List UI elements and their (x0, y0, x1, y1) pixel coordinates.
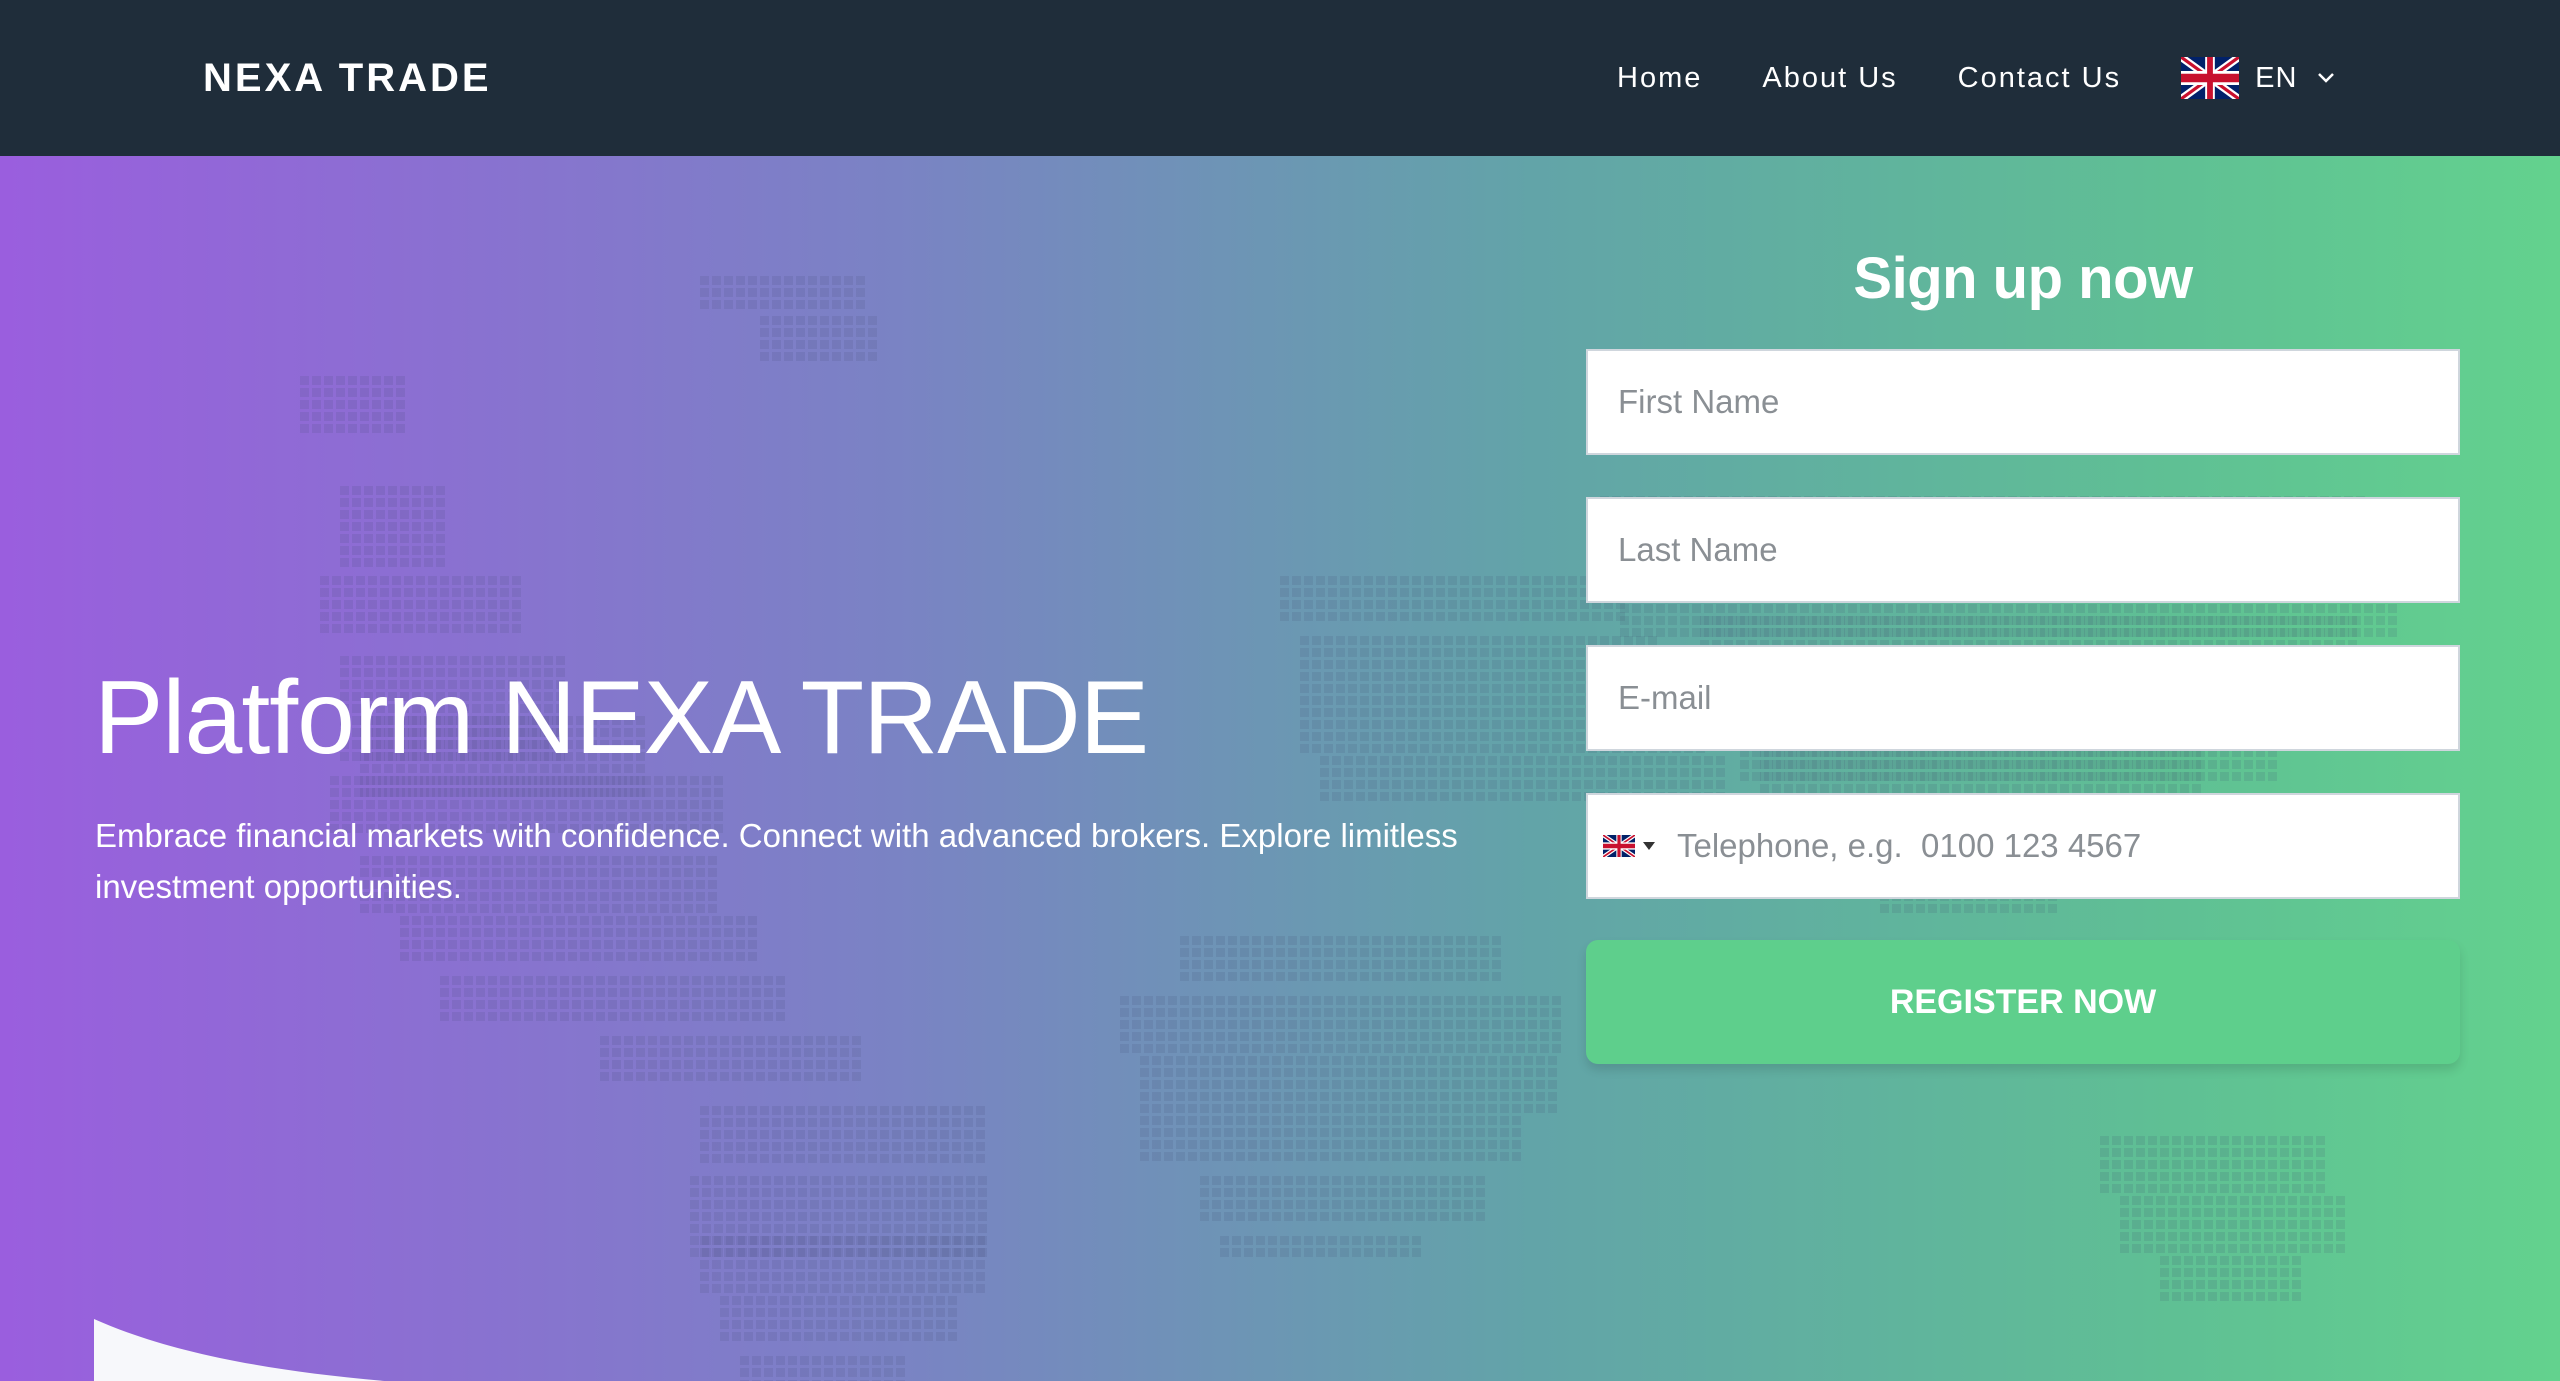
hero-title: Platform NEXA TRADE (94, 660, 1149, 776)
signup-title: Sign up now (1853, 246, 2193, 311)
first-name-input[interactable] (1586, 349, 2460, 455)
top-navbar: NEXA TRADE Home About Us Contact Us EN (0, 0, 2560, 156)
hero-section: Platform NEXA TRADE Embrace financial ma… (0, 156, 2560, 1381)
last-name-input[interactable] (1586, 497, 2460, 603)
hero-description: Embrace financial markets with confidenc… (95, 817, 1458, 905)
register-now-button[interactable]: REGISTER NOW (1586, 940, 2460, 1064)
language-code: EN (2255, 61, 2298, 94)
caret-down-icon (1643, 842, 1655, 850)
uk-flag-icon (2181, 57, 2240, 99)
main-nav: Home About Us Contact Us EN (1617, 52, 2335, 104)
chevron-down-icon (2318, 73, 2335, 83)
brand-logo[interactable]: NEXA TRADE (203, 52, 492, 104)
nav-contact-link[interactable]: Contact Us (1958, 52, 2121, 104)
nav-home-link[interactable]: Home (1617, 52, 1702, 104)
telephone-input[interactable] (1655, 795, 2458, 897)
nav-about-link[interactable]: About Us (1762, 52, 1897, 104)
decorative-curve (94, 1319, 385, 1381)
email-input[interactable] (1586, 645, 2460, 751)
uk-flag-icon (1603, 835, 1635, 857)
phone-field (1586, 793, 2460, 899)
country-code-selector[interactable] (1588, 795, 1655, 897)
language-selector[interactable]: EN (2181, 57, 2335, 99)
